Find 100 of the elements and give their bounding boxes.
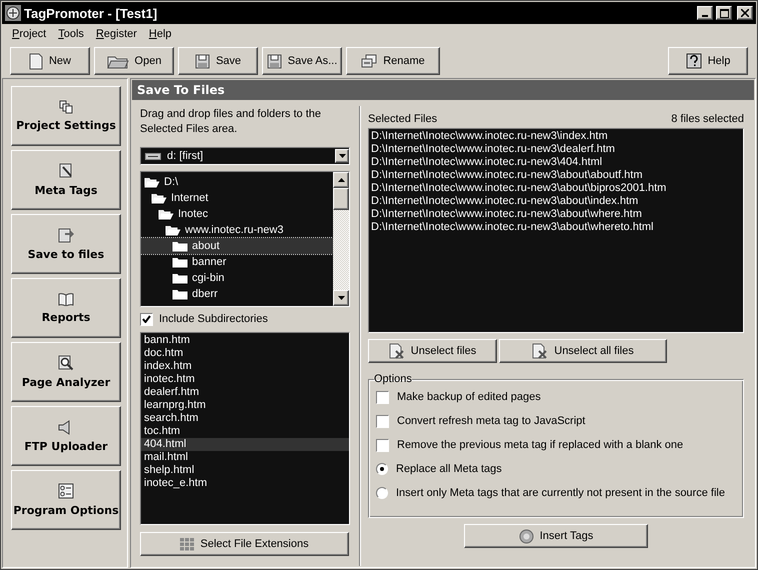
maximize-icon xyxy=(720,8,728,18)
toolbar-button[interactable]: New xyxy=(10,47,90,75)
file-item[interactable]: mail.html xyxy=(141,451,349,464)
open-folder-icon xyxy=(165,224,181,236)
selected-file-item[interactable]: D:\Internet\Inotec\www.inotec.ru-new3\about\whereto.html xyxy=(369,221,743,234)
toolbar-button[interactable]: Save xyxy=(178,47,258,75)
book-icon xyxy=(58,292,74,306)
option-label: Remove the previous meta tag if replaced with a blank one xyxy=(397,439,684,451)
toolbar-button[interactable]: Help xyxy=(668,47,748,75)
folder-item[interactable]: banner xyxy=(141,254,230,270)
sidebar-item[interactable]: Reports xyxy=(11,278,121,338)
selected-file-item[interactable]: D:\Internet\Inotec\www.inotec.ru-new3\404.html xyxy=(369,156,743,169)
sidebar-item[interactable]: Program Options xyxy=(11,470,121,530)
folder-item[interactable]: cgi-bin xyxy=(141,270,228,286)
dropdown-button[interactable] xyxy=(335,149,349,163)
radio-button[interactable] xyxy=(376,487,388,499)
menu-item[interactable]: Project xyxy=(6,28,52,40)
selected-file-item[interactable]: D:\Internet\Inotec\www.inotec.ru-new3\about\where.htm xyxy=(369,208,743,221)
folder-item[interactable]: about xyxy=(141,238,333,254)
file-item[interactable]: dealerf.htm xyxy=(141,386,349,399)
page-arrow-icon xyxy=(58,228,74,242)
file-item[interactable]: doc.htm xyxy=(141,347,349,360)
checkbox[interactable] xyxy=(140,312,153,326)
up-arrow-icon xyxy=(338,178,344,182)
open-folder-icon xyxy=(151,192,167,204)
folder-icon xyxy=(172,256,188,268)
file-item[interactable]: learnprg.htm xyxy=(141,399,349,412)
option-label: Replace all Meta tags xyxy=(396,463,502,475)
unselect-button[interactable]: Unselect all files xyxy=(499,339,667,363)
sidebar-item[interactable]: Project Settings xyxy=(11,86,121,146)
close-icon xyxy=(741,9,749,17)
close-button[interactable] xyxy=(737,6,753,20)
sidebar-item[interactable]: Meta Tags xyxy=(11,150,121,210)
minimize-button[interactable] xyxy=(697,6,713,20)
scroll-up-button[interactable] xyxy=(333,172,349,188)
checkbox[interactable] xyxy=(376,390,389,404)
unselect-button[interactable]: Unselect files xyxy=(368,339,497,363)
file-item[interactable]: inotec.htm xyxy=(141,373,349,386)
page-cross-icon xyxy=(532,343,548,359)
app-icon xyxy=(5,5,21,21)
instructions-text: Drag and drop files and folders to the Selected Files area. xyxy=(140,107,322,137)
folder-item[interactable]: Internet xyxy=(141,190,212,206)
scrollbar[interactable] xyxy=(333,172,349,306)
selected-file-item[interactable]: D:\Internet\Inotec\www.inotec.ru-new3\dealerf.htm xyxy=(369,143,743,156)
toolbar-button[interactable]: Open xyxy=(94,47,174,75)
selection-count: 8 files selected xyxy=(671,113,744,127)
folder-item[interactable]: www.inotec.ru-new3 xyxy=(141,222,288,238)
folder-item[interactable]: dberr xyxy=(141,286,222,302)
toolbar-button[interactable]: Rename xyxy=(346,47,440,75)
page-cross-icon xyxy=(388,343,405,359)
selected-file-item[interactable]: D:\Internet\Inotec\www.inotec.ru-new3\about\aboutf.htm xyxy=(369,169,743,182)
insert-tags-button[interactable]: Insert Tags xyxy=(464,524,648,548)
file-item[interactable]: toc.htm xyxy=(141,425,349,438)
selected-files-label: Selected Files xyxy=(368,113,438,127)
folder-icon xyxy=(172,288,188,300)
toolbar-button[interactable]: Save As... xyxy=(262,47,342,75)
help-icon xyxy=(686,53,702,69)
file-item[interactable]: search.htm xyxy=(141,412,349,425)
options-list-icon xyxy=(58,483,74,499)
menu-item[interactable]: Tools xyxy=(52,28,90,40)
pen-on-page-icon xyxy=(58,163,74,179)
drive-dropdown[interactable]: d: [first] xyxy=(140,147,350,165)
folder-icon xyxy=(172,272,188,284)
folder-item[interactable]: Inotec xyxy=(141,206,212,222)
drive-icon xyxy=(145,152,161,160)
sidebar-item[interactable]: FTP Uploader xyxy=(11,406,121,466)
selected-file-item[interactable]: D:\Internet\Inotec\www.inotec.ru-new3\about\index.htm xyxy=(369,195,743,208)
checkbox[interactable] xyxy=(376,414,389,428)
options-title: Options xyxy=(374,373,412,385)
folder-icon xyxy=(172,240,188,252)
open-folder-icon xyxy=(158,208,174,220)
scroll-thumb[interactable] xyxy=(333,188,349,210)
menu-item[interactable]: Help xyxy=(142,28,178,40)
document-icon xyxy=(28,52,43,70)
file-item[interactable]: index.htm xyxy=(141,360,349,373)
file-item[interactable]: shelp.html xyxy=(141,464,349,477)
maximize-button[interactable] xyxy=(716,6,732,20)
selected-file-item[interactable]: D:\Internet\Inotec\www.inotec.ru-new3\about\bipros2001.htm xyxy=(369,182,743,195)
open-folder-icon xyxy=(144,176,160,188)
grid-icon xyxy=(180,538,194,550)
file-item[interactable]: inotec_e.htm xyxy=(141,477,349,490)
checkbox[interactable] xyxy=(376,438,389,452)
down-arrow-icon xyxy=(338,296,344,300)
pages-icon xyxy=(59,100,73,114)
folder-item[interactable]: D:\ xyxy=(141,174,182,190)
select-extensions-button[interactable]: Select File Extensions xyxy=(140,532,349,556)
sidebar-item[interactable]: Page Analyzer xyxy=(11,342,121,402)
checkbox-label: Include Subdirectories xyxy=(159,313,268,325)
selected-file-item[interactable]: D:\Internet\Inotec\www.inotec.ru-new3\index.htm xyxy=(369,130,743,143)
panel-title: Save To Files xyxy=(132,80,754,100)
magnifier-icon xyxy=(58,355,74,371)
option-label: Insert only Meta tags that are currently not present in the source file xyxy=(396,487,725,499)
radio-button[interactable] xyxy=(376,463,388,475)
file-item[interactable]: 404.html xyxy=(141,438,349,451)
scroll-down-button[interactable] xyxy=(333,290,349,306)
sidebar-item[interactable]: Save to files xyxy=(11,214,121,274)
menu-item[interactable]: Register xyxy=(90,28,143,40)
option-label: Convert refresh meta tag to JavaScript xyxy=(397,415,586,427)
down-arrow-icon xyxy=(338,154,346,158)
file-item[interactable]: bann.htm xyxy=(141,334,349,347)
